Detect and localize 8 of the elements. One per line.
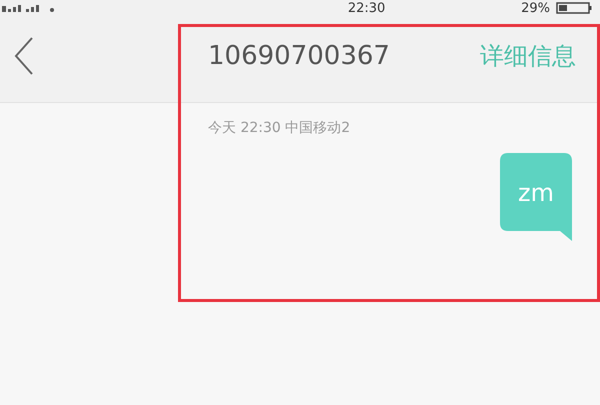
details-link[interactable]: 详细信息 — [480, 40, 576, 72]
back-icon[interactable] — [14, 37, 34, 75]
battery-icon — [556, 2, 592, 14]
battery-percent: 29% — [521, 0, 550, 16]
status-time: 22:30 — [346, 0, 386, 16]
message-timestamp: 今天 22:30 中国移动2 — [208, 119, 352, 137]
contact-number: 10690700367 — [208, 41, 390, 71]
message-bubble: zm — [500, 153, 572, 241]
